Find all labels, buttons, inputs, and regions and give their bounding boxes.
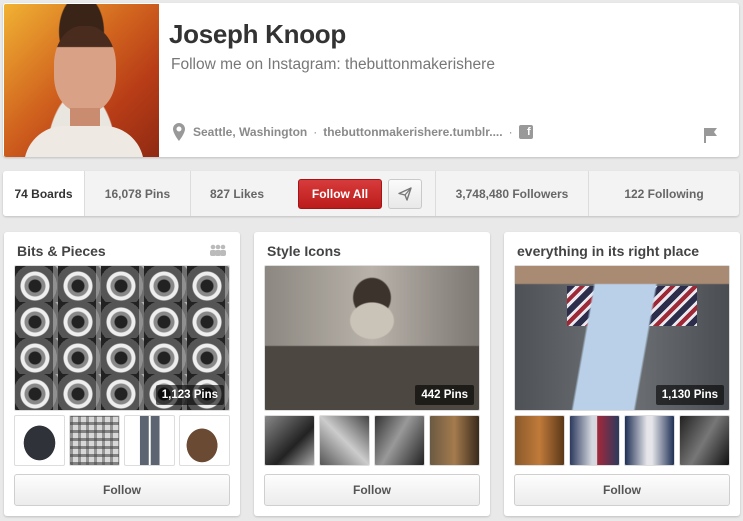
flag-icon[interactable] xyxy=(703,127,719,143)
follow-all-button[interactable]: Follow All xyxy=(298,178,382,209)
board-thumbnails xyxy=(514,415,730,466)
board-title[interactable]: Bits & Pieces xyxy=(17,243,106,259)
profile-location: Seattle, Washington xyxy=(193,125,308,139)
meta-separator: · xyxy=(313,125,318,139)
profile-website-link[interactable]: thebuttonmakerishere.tumblr.... xyxy=(323,125,502,139)
avatar[interactable] xyxy=(4,4,159,157)
board-card[interactable]: everything in its right place 1,130 Pins… xyxy=(504,232,740,516)
profile-card: Joseph Knoop Follow me on Instagram: the… xyxy=(3,3,739,157)
send-profile-button[interactable] xyxy=(388,178,422,209)
facebook-icon[interactable]: f xyxy=(518,125,533,139)
profile-name: Joseph Knoop xyxy=(169,19,346,49)
board-thumbnail[interactable] xyxy=(179,415,230,466)
board-thumbnail[interactable] xyxy=(569,415,620,466)
board-thumbnail[interactable] xyxy=(679,415,730,466)
pin-count-badge: 1,130 Pins xyxy=(655,385,724,405)
board-thumbnails xyxy=(264,415,480,466)
tab-pins[interactable]: 16,078 Pins xyxy=(85,171,191,216)
board-thumbnails xyxy=(14,415,230,466)
follow-board-button[interactable]: Follow xyxy=(14,474,230,506)
board-thumbnail[interactable] xyxy=(14,415,65,466)
tab-following[interactable]: 122 Following xyxy=(589,171,739,216)
follow-board-button[interactable]: Follow xyxy=(264,474,480,506)
board-thumbnail[interactable] xyxy=(374,415,425,466)
map-pin-icon xyxy=(173,123,185,141)
follow-board-button[interactable]: Follow xyxy=(514,474,730,506)
board-thumbnail[interactable] xyxy=(429,415,480,466)
meta-separator: · xyxy=(508,125,513,139)
board-cover-image[interactable]: 1,123 Pins xyxy=(14,265,230,411)
profile-stats-bar: 74 Boards 16,078 Pins 827 Likes Follow A… xyxy=(3,171,739,216)
board-thumbnail[interactable] xyxy=(69,415,120,466)
board-cover-image[interactable]: 1,130 Pins xyxy=(514,265,730,411)
board-cover-image[interactable]: 442 Pins xyxy=(264,265,480,411)
board-thumbnail[interactable] xyxy=(624,415,675,466)
profile-tagline: Follow me on Instagram: thebuttonmakeris… xyxy=(171,56,495,73)
tab-boards[interactable]: 74 Boards xyxy=(3,171,85,216)
board-thumbnail[interactable] xyxy=(319,415,370,466)
board-thumbnail[interactable] xyxy=(514,415,565,466)
pin-count-badge: 442 Pins xyxy=(415,385,474,405)
board-thumbnail[interactable] xyxy=(264,415,315,466)
group-board-icon xyxy=(210,244,226,256)
profile-meta: Seattle, Washington · thebuttonmakerishe… xyxy=(171,123,533,141)
send-icon xyxy=(398,186,412,201)
board-title[interactable]: Style Icons xyxy=(267,243,341,259)
tab-followers[interactable]: 3,748,480 Followers xyxy=(435,171,589,216)
tab-likes[interactable]: 827 Likes xyxy=(191,171,283,216)
pin-count-badge: 1,123 Pins xyxy=(155,385,224,405)
board-card[interactable]: Bits & Pieces 1,123 Pins Follow xyxy=(4,232,240,516)
board-thumbnail[interactable] xyxy=(124,415,175,466)
board-card[interactable]: Style Icons 442 Pins Follow xyxy=(254,232,490,516)
board-title[interactable]: everything in its right place xyxy=(517,243,699,259)
